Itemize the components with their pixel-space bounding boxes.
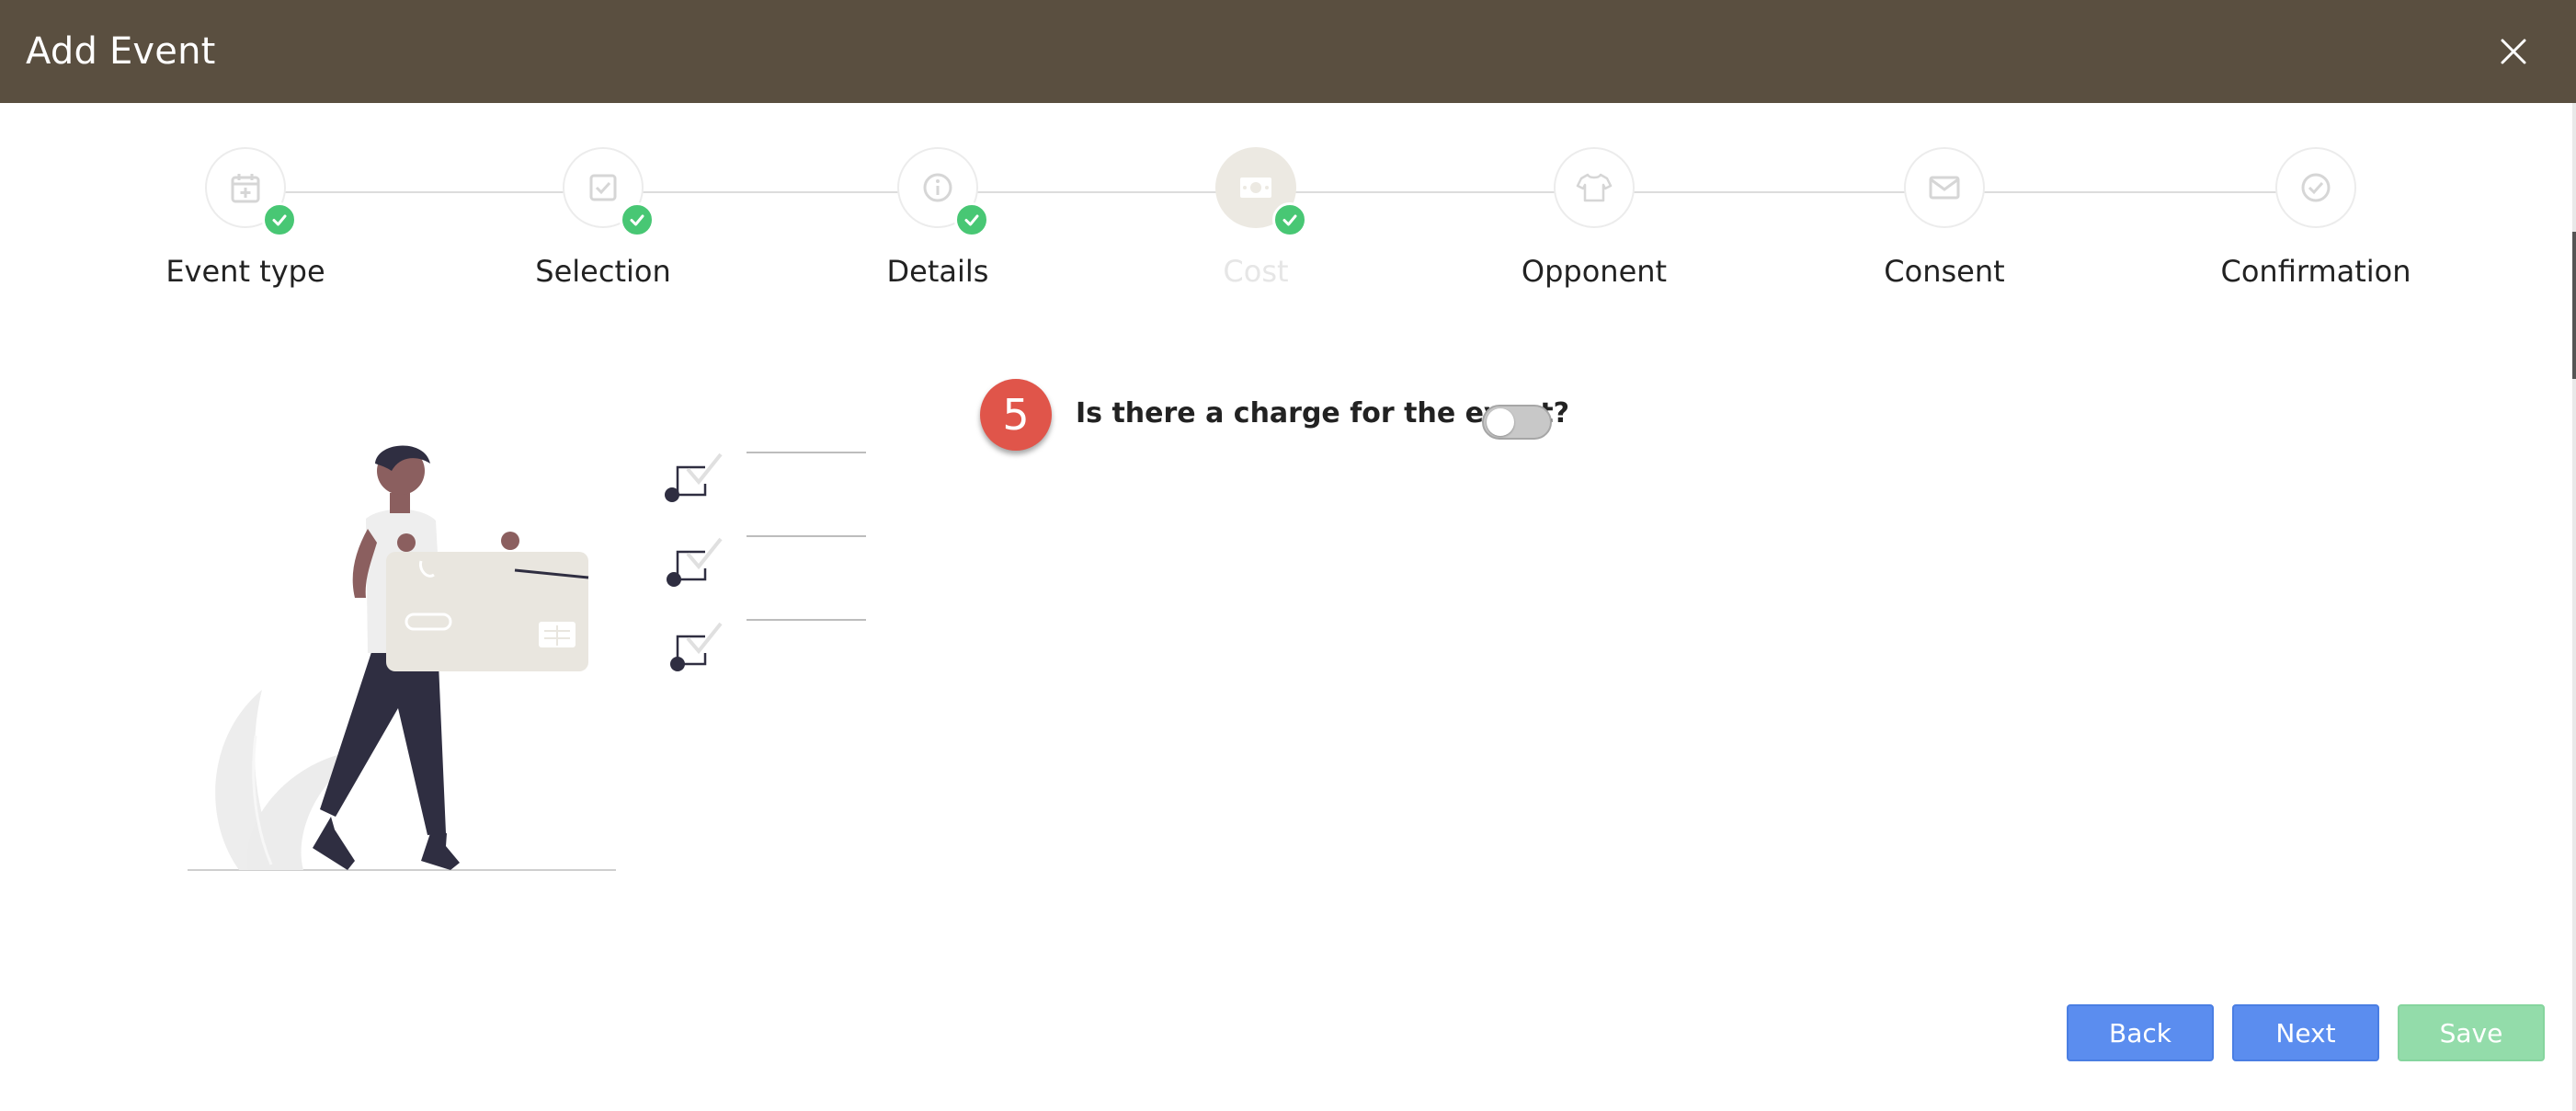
scrollbar[interactable] [2572, 103, 2576, 1111]
info-icon [923, 173, 952, 202]
modal-title: Add Event [26, 30, 216, 73]
check-circle-icon [2301, 173, 2331, 202]
charge-toggle[interactable] [1482, 405, 1552, 440]
envelope-icon [1929, 176, 1960, 200]
step-check-badge [954, 202, 989, 237]
step-check-badge [1272, 202, 1307, 237]
step-label: Confirmation [2220, 254, 2411, 289]
next-button[interactable]: Next [2232, 1004, 2379, 1061]
check-icon [964, 214, 979, 226]
step-circle [2275, 147, 2356, 228]
checkbox-icon [589, 174, 617, 201]
wizard-stepper: Event type Selection Details Cost Oppone… [0, 103, 2570, 305]
step-check-badge [620, 202, 655, 237]
save-button[interactable]: Save [2398, 1004, 2545, 1061]
step-label: Details [886, 254, 989, 289]
check-icon [272, 214, 287, 226]
tshirt-icon [1576, 173, 1613, 202]
step-label: Opponent [1521, 254, 1668, 289]
money-icon [1240, 178, 1271, 198]
step-label: Selection [535, 254, 671, 289]
scrollbar-thumb[interactable] [2572, 232, 2576, 379]
step-number-badge: 5 [980, 379, 1052, 451]
step-consent[interactable]: Consent [1807, 147, 2082, 289]
step-circle [1554, 147, 1635, 228]
close-icon [2501, 39, 2526, 64]
step-circle [897, 147, 989, 237]
step-cost[interactable]: Cost [1118, 147, 1394, 289]
toggle-knob [1487, 408, 1514, 436]
step-label: Consent [1884, 254, 2005, 289]
step-opponent[interactable]: Opponent [1456, 147, 1732, 289]
modal-header: Add Event [0, 0, 2576, 103]
step-check-badge [262, 202, 297, 237]
step-event-type[interactable]: Event type [108, 147, 383, 289]
step-selection[interactable]: Selection [465, 147, 741, 289]
step-circle [563, 147, 655, 237]
step-circle [205, 147, 297, 237]
check-icon [630, 214, 644, 226]
step-circle [1215, 147, 1307, 237]
step-details[interactable]: Details [800, 147, 1076, 289]
step-label: Event type [165, 254, 325, 289]
close-button[interactable] [2488, 26, 2539, 77]
step-circle [1904, 147, 1985, 228]
back-button[interactable]: Back [2067, 1004, 2214, 1061]
calendar-plus-icon [231, 174, 260, 203]
step-confirmation[interactable]: Confirmation [2178, 147, 2454, 289]
person-with-card-illustration [188, 445, 866, 871]
step-label: Cost [1223, 254, 1289, 289]
check-icon [1282, 214, 1297, 226]
